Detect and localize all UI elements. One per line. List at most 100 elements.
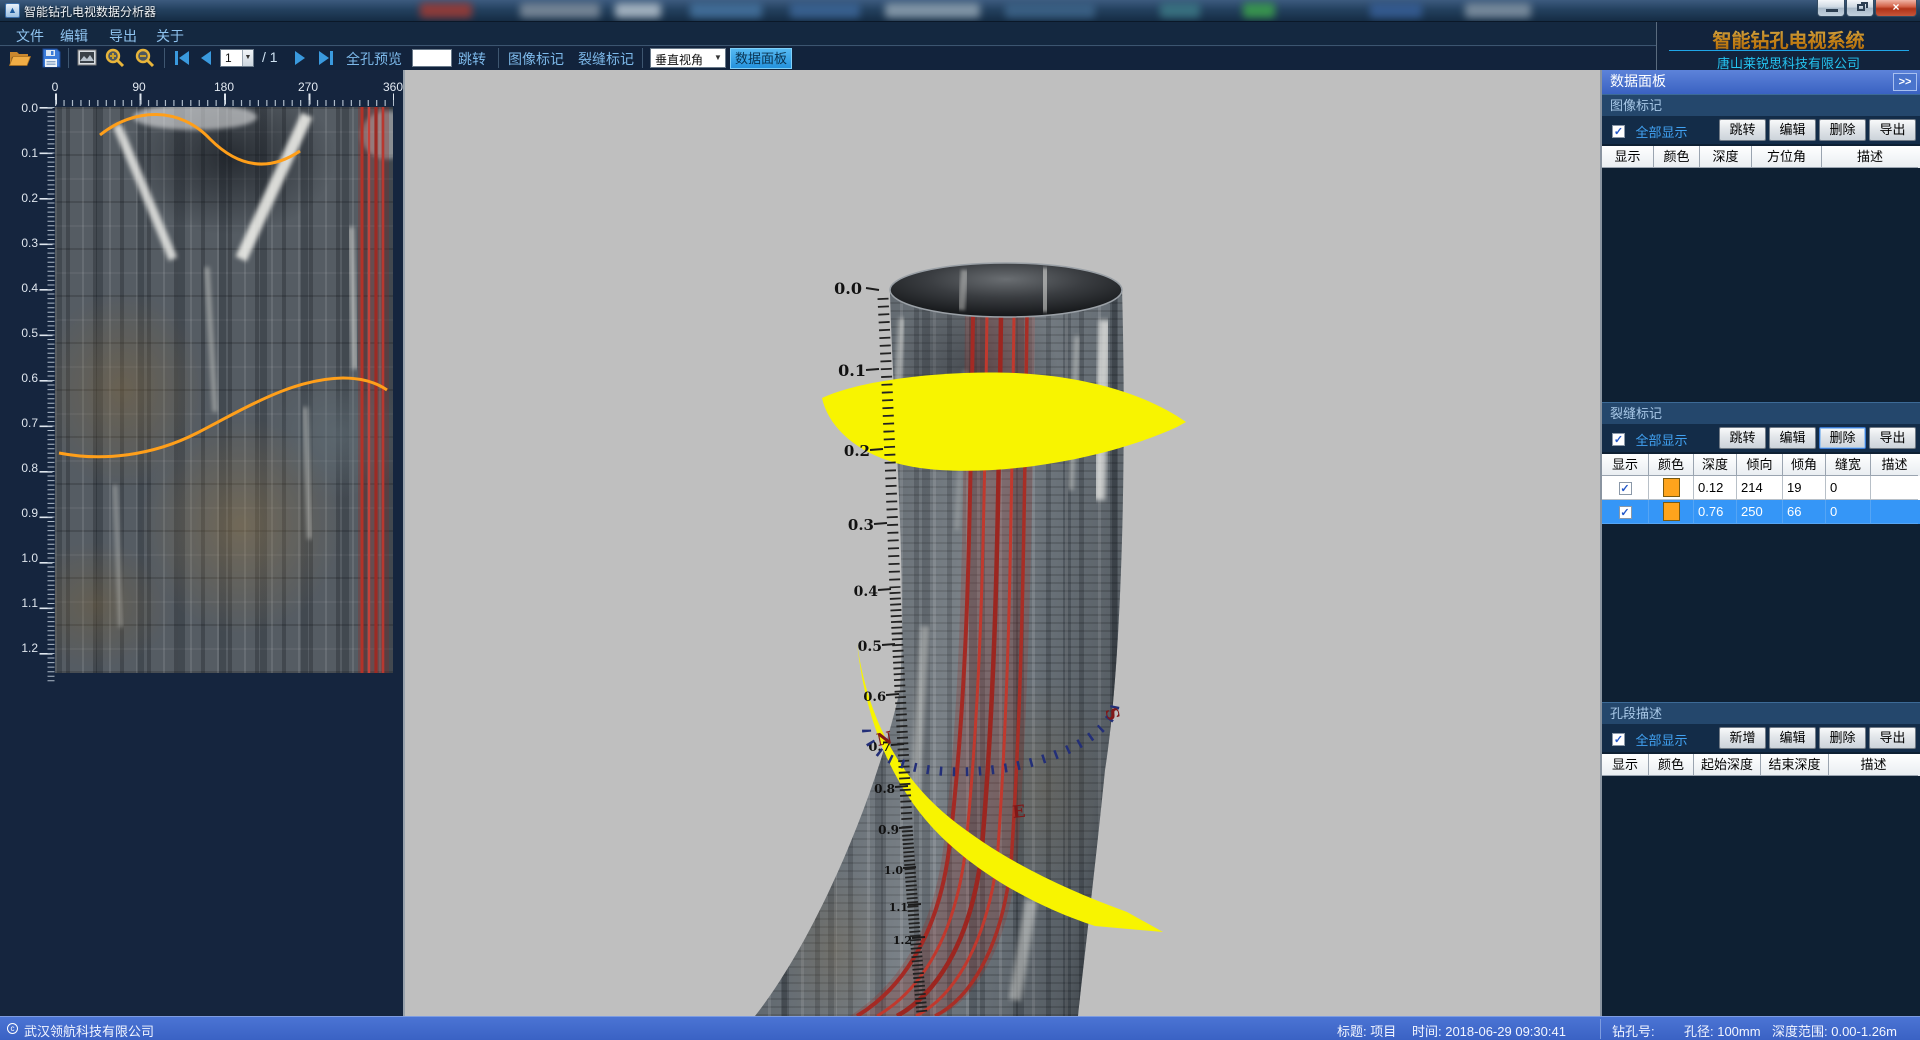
status-hole-id: 钻孔号: xyxy=(1612,1021,1655,1040)
fracture-width: 0 xyxy=(1826,476,1871,500)
image-marks-delete-button[interactable]: 删除 xyxy=(1819,119,1866,141)
image-mark-button[interactable]: 图像标记 xyxy=(508,49,564,69)
row-visible-checkbox[interactable]: ✓ xyxy=(1619,482,1632,495)
cylinder-top-opening xyxy=(890,263,1122,317)
fracture-marks-export-button[interactable]: 导出 xyxy=(1869,427,1916,449)
borehole-3d-view[interactable]: 0.0 0.1 0.2 0.3 0.4 0.5 0.6 0.7 0.8 0.9 … xyxy=(403,70,1600,1016)
titlebar-blur-blob xyxy=(1370,3,1422,18)
page-number-combobox[interactable]: 1 ▼ xyxy=(220,49,254,67)
hole-desc-add-button[interactable]: 新增 xyxy=(1719,727,1766,749)
fracture-dip: 19 xyxy=(1783,476,1826,500)
image-marks-edit-button[interactable]: 编辑 xyxy=(1769,119,1816,141)
combobox-dropdown-icon[interactable]: ▼ xyxy=(242,50,253,66)
fracture-marks-section-title: 裂缝标记 xyxy=(1602,402,1920,424)
data-panel: 数据面板 >> 图像标记 ✓ 全部显示 跳转 编辑 删除 导出 显示 颜色 深度… xyxy=(1600,70,1920,1016)
titlebar-blur-blob xyxy=(420,3,472,18)
titlebar-blur-blob xyxy=(1243,3,1275,18)
image-marks-controls: ✓ 全部显示 跳转 编辑 删除 导出 xyxy=(1602,116,1920,144)
titlebar-blur-blob xyxy=(615,3,661,18)
compass-south-label: S xyxy=(1100,705,1123,723)
status-bar: c 武汉领航科技有限公司 标题: 项目 时间: 2018-06-29 09:30… xyxy=(0,1016,1920,1040)
checkbox-checked-icon[interactable]: ✓ xyxy=(1612,433,1625,446)
compass-north-label: N xyxy=(875,728,894,751)
titlebar-blur-blob xyxy=(790,3,860,18)
hole-desc-show-all[interactable]: ✓ 全部显示 xyxy=(1612,730,1687,749)
row-color-swatch[interactable] xyxy=(1663,502,1680,521)
fracture-row[interactable]: ✓ 0.12 214 19 0 xyxy=(1602,476,1920,500)
hole-desc-export-button[interactable]: 导出 xyxy=(1869,727,1916,749)
compass-ring-ticks xyxy=(867,706,1115,772)
brand-underline xyxy=(1669,50,1909,51)
minimize-button[interactable] xyxy=(1817,0,1845,17)
fracture-marks-table-header: 显示 颜色 深度 倾向 倾角 缝宽 描述 xyxy=(1602,454,1920,476)
hole-desc-section-title: 孔段描述 xyxy=(1602,702,1920,724)
app-icon: ▲ xyxy=(5,3,20,18)
select-dropdown-icon: ▼ xyxy=(712,50,724,66)
data-panel-toggle-button[interactable]: 数据面板 xyxy=(730,48,792,69)
hole-desc-edit-button[interactable]: 编辑 xyxy=(1769,727,1816,749)
image-marks-show-all[interactable]: ✓ 全部显示 xyxy=(1612,122,1687,141)
hole-desc-delete-button[interactable]: 删除 xyxy=(1819,727,1866,749)
status-time: 时间: 2018-06-29 09:30:41 xyxy=(1412,1021,1566,1040)
fracture-trend: 250 xyxy=(1737,500,1783,524)
fracture-depth: 0.76 xyxy=(1694,500,1737,524)
fracture-row-selected[interactable]: ✓ 0.76 250 66 0 xyxy=(1602,500,1920,524)
fracture-marks-jump-button[interactable]: 跳转 xyxy=(1719,427,1766,449)
fracture-trend: 214 xyxy=(1737,476,1783,500)
minimize-icon xyxy=(1826,9,1838,12)
title-bar[interactable]: ▲ 智能钻孔电视数据分析器 × xyxy=(0,0,1920,22)
checkbox-checked-icon[interactable]: ✓ xyxy=(1612,125,1625,138)
fracture-marks-show-all[interactable]: ✓ 全部显示 xyxy=(1612,430,1687,449)
status-range: 深度范围: 0.00-1.26m xyxy=(1772,1021,1897,1040)
full-hole-preview-button[interactable]: 全孔预览 xyxy=(346,49,402,69)
menu-edit[interactable]: 编辑 xyxy=(56,25,92,47)
depth-3d-label: 0.8 xyxy=(874,782,895,796)
borehole-image-overlay xyxy=(55,107,393,673)
page-total-label: / 1 xyxy=(262,49,278,65)
fracture-depth: 0.12 xyxy=(1694,476,1737,500)
titlebar-blur-blob xyxy=(1005,3,1095,18)
fracture-mark-button[interactable]: 裂缝标记 xyxy=(578,49,634,69)
titlebar-blur-blob xyxy=(520,3,600,18)
toolbar: 1 ▼ / 1 全孔预览 跳转 图像标记 裂缝标记 垂直视角 ▼ 数据面板 xyxy=(0,47,1656,70)
status-company: 武汉领航科技有限公司 xyxy=(24,1021,154,1040)
fracture-sine-curve-2[interactable] xyxy=(59,378,387,457)
depth-3d-label: 0.3 xyxy=(848,516,874,534)
jump-button[interactable]: 跳转 xyxy=(458,49,486,69)
row-color-swatch[interactable] xyxy=(1663,478,1680,497)
fracture-disc-1[interactable] xyxy=(822,372,1186,470)
borehole-image[interactable] xyxy=(55,107,393,673)
fracture-marks-delete-button[interactable]: 删除 xyxy=(1819,427,1866,449)
image-marks-export-button[interactable]: 导出 xyxy=(1869,119,1916,141)
menu-about[interactable]: 关于 xyxy=(152,25,188,47)
hole-desc-table-header: 显示 颜色 起始深度 结束深度 描述 xyxy=(1602,754,1920,776)
restore-button[interactable] xyxy=(1846,0,1874,17)
fracture-desc xyxy=(1871,500,1918,524)
menu-file[interactable]: 文件 xyxy=(12,25,48,47)
brand-box: 智能钻孔电视系统 唐山莱锐思科技有限公司 xyxy=(1656,22,1920,70)
view-angle-value: 垂直视角 xyxy=(655,51,703,68)
image-marks-jump-button[interactable]: 跳转 xyxy=(1719,119,1766,141)
fracture-dip: 66 xyxy=(1783,500,1826,524)
depth-3d-label: 0.0 xyxy=(834,279,862,298)
menu-bar: 文件 编辑 导出 关于 xyxy=(0,22,1656,46)
view-angle-select[interactable]: 垂直视角 ▼ xyxy=(650,48,726,68)
jump-depth-input[interactable] xyxy=(412,49,452,67)
checkbox-checked-icon[interactable]: ✓ xyxy=(1612,733,1625,746)
borehole-unrolled-view: 0 90 180 270 360 0.0 0.1 0.2 0.3 0.4 0.5… xyxy=(0,70,403,1016)
titlebar-blur-blob xyxy=(690,3,762,18)
titlebar-blur-blob xyxy=(1160,3,1200,18)
depth-3d-label: 0.9 xyxy=(878,823,899,837)
fracture-marks-edit-button[interactable]: 编辑 xyxy=(1769,427,1816,449)
depth-3d-label: 0.4 xyxy=(854,584,879,600)
status-divider xyxy=(1600,1019,1601,1039)
window-title: 智能钻孔电视数据分析器 xyxy=(24,3,156,20)
collapse-panel-button[interactable]: >> xyxy=(1893,73,1917,91)
titlebar-blur-blob xyxy=(1465,3,1531,18)
close-button[interactable]: × xyxy=(1875,0,1917,17)
status-diameter: 孔径: 100mm xyxy=(1684,1021,1761,1040)
row-visible-checkbox[interactable]: ✓ xyxy=(1619,506,1632,519)
depth-3d-label: 1.1 xyxy=(889,901,908,914)
data-panel-header: 数据面板 >> xyxy=(1602,70,1920,94)
menu-export[interactable]: 导出 xyxy=(105,25,141,47)
